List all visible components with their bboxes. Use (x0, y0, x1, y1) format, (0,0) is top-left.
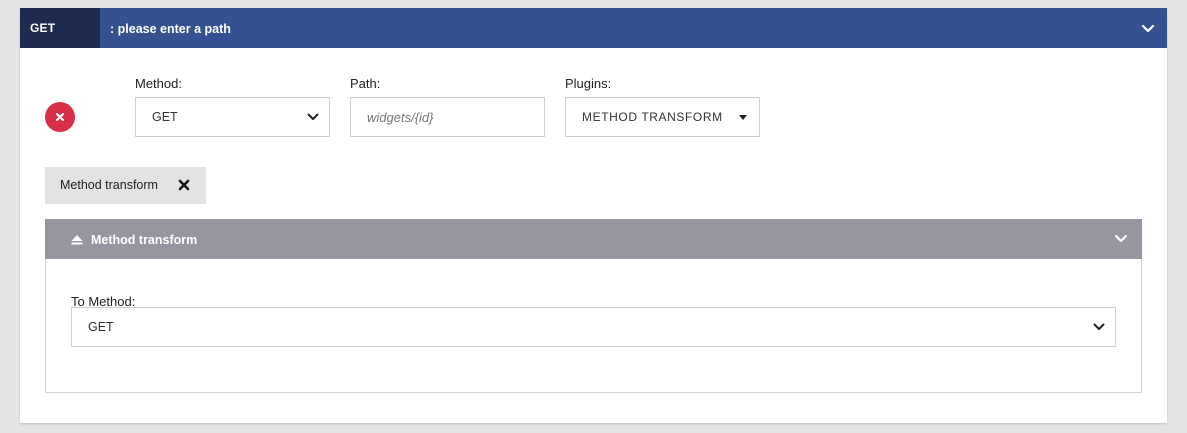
plugins-label: Plugins: (565, 76, 612, 91)
chevron-down-icon[interactable] (1114, 233, 1128, 245)
caret-down-icon (739, 115, 747, 120)
method-select[interactable]: GET (135, 97, 330, 137)
close-icon (56, 113, 64, 121)
chevron-down-icon[interactable] (1141, 22, 1155, 34)
path-label: Path: (350, 76, 381, 91)
plugin-tag: Method transform (45, 167, 206, 204)
plugin-panel-header[interactable]: Method transform (45, 219, 1142, 259)
chevron-down-icon (307, 113, 319, 120)
path-field[interactable] (350, 97, 545, 137)
route-header[interactable]: GET : please enter a path (20, 8, 1167, 48)
plugin-panel: Method transform To Method: GET (45, 219, 1142, 393)
to-method-select[interactable]: GET (71, 307, 1116, 347)
plugins-dropdown-value: METHOD TRANSFORM (582, 110, 723, 124)
method-badge: GET (20, 8, 100, 48)
chevron-down-icon (1093, 323, 1105, 330)
route-card: GET : please enter a path Method: GET Pa… (20, 8, 1167, 423)
close-icon[interactable] (178, 179, 190, 191)
plugins-dropdown[interactable]: METHOD TRANSFORM (565, 97, 760, 137)
method-select-value: GET (152, 110, 178, 124)
plugin-panel-title: Method transform (91, 233, 198, 247)
eject-icon (71, 235, 83, 245)
plugin-tag-label: Method transform (60, 178, 158, 192)
to-method-select-value: GET (88, 320, 114, 334)
path-input[interactable] (351, 98, 544, 136)
remove-route-button[interactable] (45, 102, 75, 132)
route-title: : please enter a path (110, 22, 231, 36)
method-label: Method: (135, 76, 182, 91)
